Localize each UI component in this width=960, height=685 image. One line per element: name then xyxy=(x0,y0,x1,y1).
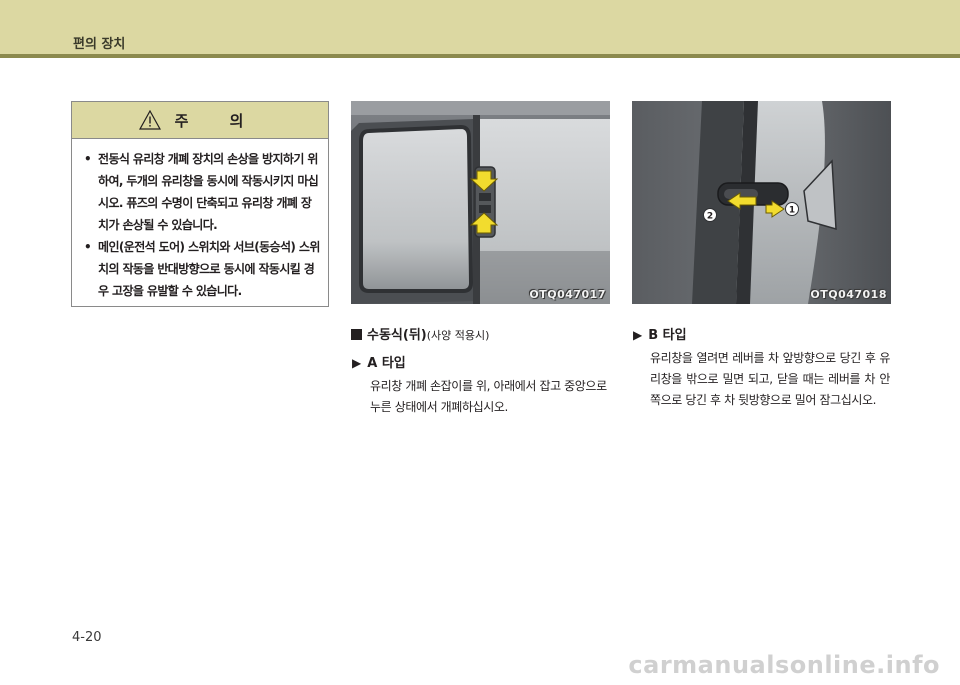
section-title: 수동식(뒤) xyxy=(367,328,427,343)
triangle-bullet-icon: ▶ xyxy=(633,328,643,342)
caution-item-text: 전동식 유리창 개폐 장치의 손상을 방지하기 위하여, 두개의 유리창을 동시… xyxy=(98,152,319,232)
caution-item-text: 메인(운전석 도어) 스위치와 서브(동승석) 스위치의 작동을 반대방향으로 … xyxy=(98,240,320,298)
type-a-description: 유리창 개폐 손잡이를 위, 아래에서 잡고 중앙으로 누른 상태에서 개폐하십… xyxy=(370,379,607,414)
bullet: • xyxy=(84,240,92,254)
section-subtitle: (사양 적용시) xyxy=(426,329,490,342)
page-number: 4-20 xyxy=(72,630,102,645)
caution-list: • 전동식 유리창 개폐 장치의 손상을 방지하기 위하여, 두개의 유리창을 … xyxy=(72,139,328,302)
watermark: carmanualsonline.info xyxy=(628,651,940,679)
page-section-title: 편의 장치 xyxy=(73,37,126,52)
caution-item: • 메인(운전석 도어) 스위치와 서브(동승석) 스위치의 작동을 반대방향으… xyxy=(84,236,320,302)
window-latch-illustration xyxy=(351,101,610,304)
caution-item: • 전동식 유리창 개폐 장치의 손상을 방지하기 위하여, 두개의 유리창을 … xyxy=(84,148,320,236)
lever-latch-illustration: 1 2 xyxy=(632,101,891,304)
type-a-heading: ▶ A 타입 xyxy=(352,352,406,371)
type-a-title: A 타입 xyxy=(367,356,406,371)
type-b-description: 유리창을 열려면 레버를 차 앞방향으로 당긴 후 유리창을 밖으로 밀면 되고… xyxy=(650,351,890,407)
caution-header: 주 의 xyxy=(72,102,328,139)
triangle-bullet-icon: ▶ xyxy=(352,356,362,370)
photo-window-latch-a: OTQ047017 xyxy=(351,101,610,304)
header-rule xyxy=(0,54,960,58)
caution-title: 주 의 xyxy=(174,111,262,130)
header-band xyxy=(0,0,960,54)
caution-box: 주 의 • 전동식 유리창 개폐 장치의 손상을 방지하기 위하여, 두개의 유… xyxy=(71,101,329,307)
section-heading: 수동식(뒤)(사양 적용시) xyxy=(351,324,489,343)
photo-window-latch-b: 1 2 OTQ047018 xyxy=(632,101,891,304)
bullet: • xyxy=(84,152,92,166)
photo-code-label: OTQ047017 xyxy=(529,288,606,301)
callout-2: 2 xyxy=(707,212,713,222)
callout-1: 1 xyxy=(789,206,795,216)
type-b-heading: ▶ B 타입 xyxy=(633,324,687,343)
square-bullet-icon xyxy=(351,329,362,340)
photo-code-label: OTQ047018 xyxy=(810,288,887,301)
warning-triangle-icon xyxy=(138,110,161,130)
type-b-title: B 타입 xyxy=(648,328,687,343)
